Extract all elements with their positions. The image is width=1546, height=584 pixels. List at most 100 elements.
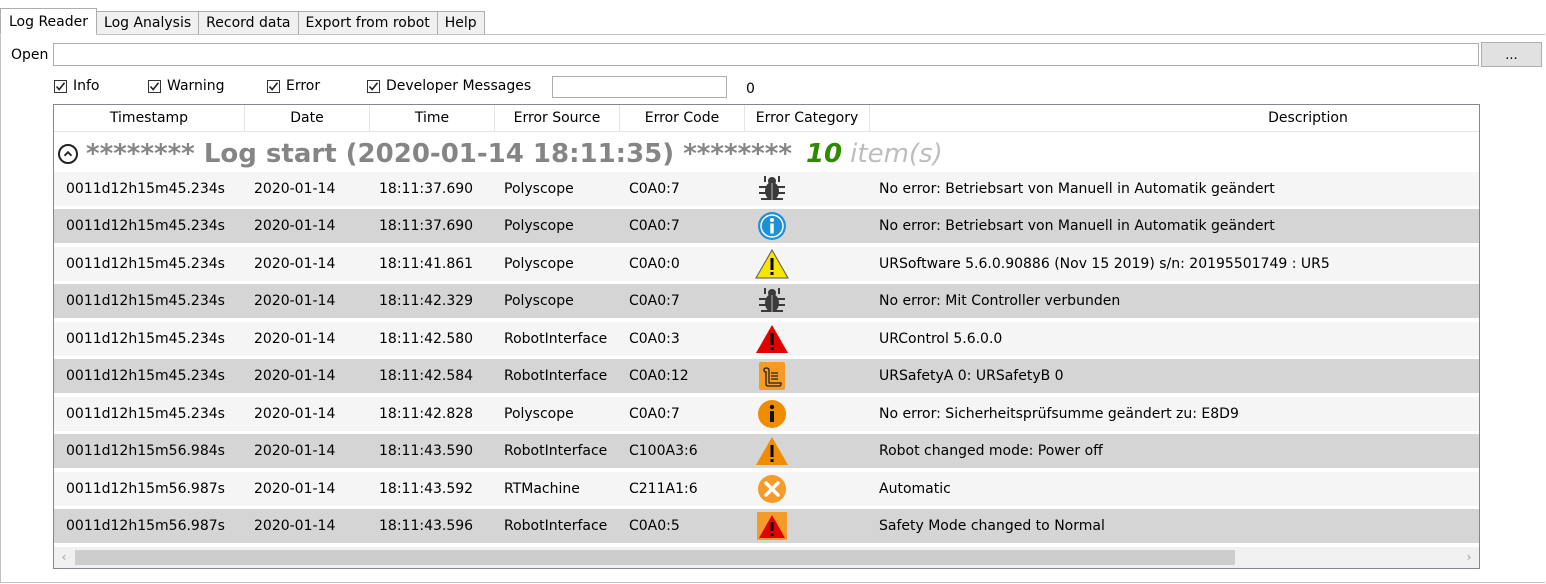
tab-log-reader[interactable]: Log Reader (0, 8, 98, 35)
cell-time: 18:11:41.861 (379, 256, 474, 272)
tab-export-from-robot[interactable]: Export from robot (298, 11, 438, 35)
scrollbar-thumb[interactable] (75, 550, 1235, 565)
cell-timestamp: 0011d12h15m56.984s (66, 443, 225, 459)
cell-description: Safety Mode changed to Normal (879, 518, 1105, 534)
cell-description: URControl 5.6.0.0 (879, 331, 1003, 347)
group-header: ******** Log start (2020-01-14 18:11:35)… (58, 139, 943, 169)
cell-description: Robot changed mode: Power off (879, 443, 1103, 459)
info-blue-icon (754, 212, 790, 240)
filter-developer-messages[interactable]: Developer Messages (367, 78, 531, 94)
table-row[interactable]: 0011d12h15m45.234s 2020-01-14 18:11:42.584… (54, 359, 1479, 393)
cell-error-code: C100A3:6 (629, 443, 698, 459)
safety-warning-icon (754, 512, 790, 540)
column-header-error-category[interactable]: Error Category (745, 105, 870, 131)
cell-time: 18:11:37.690 (379, 218, 474, 234)
info-checkbox[interactable] (54, 79, 67, 93)
cell-error-code: C0A0:7 (629, 293, 680, 309)
horizontal-scrollbar[interactable]: ‹ › (54, 547, 1479, 568)
warning-orange-icon (754, 437, 790, 465)
cell-error-code: C0A0:7 (629, 406, 680, 422)
cell-error-source: RTMachine (504, 481, 580, 497)
error-label: Error (286, 78, 321, 94)
error-red-icon (754, 325, 790, 353)
cell-timestamp: 0011d12h15m56.987s (66, 481, 225, 497)
open-label: Open (11, 47, 49, 63)
cell-time: 18:11:42.584 (379, 368, 474, 384)
table-row[interactable]: 0011d12h15m45.234s 2020-01-14 18:11:37.690… (54, 209, 1479, 243)
warning-checkbox[interactable] (148, 79, 161, 93)
warning-label: Warning (167, 78, 225, 94)
bug-icon (754, 175, 790, 203)
filter-info[interactable]: Info (54, 78, 100, 94)
cell-date: 2020-01-14 (254, 218, 336, 234)
collapse-icon[interactable] (58, 144, 78, 164)
cell-error-code: C0A0:12 (629, 368, 689, 384)
column-header-error-code[interactable]: Error Code (620, 105, 745, 131)
cell-description: No error: Sicherheitsprüfsumme geändert … (879, 406, 1239, 422)
cell-error-code: C0A0:0 (629, 256, 680, 272)
tab-log-analysis[interactable]: Log Analysis (97, 11, 200, 35)
browse-button[interactable]: ... (1481, 42, 1542, 67)
developer-messages-checkbox[interactable] (367, 79, 380, 93)
table-row[interactable]: 0011d12h15m45.234s 2020-01-14 18:11:42.580… (54, 322, 1479, 356)
cell-error-code: C0A0:3 (629, 331, 680, 347)
cell-error-source: Polyscope (504, 293, 574, 309)
cell-date: 2020-01-14 (254, 443, 336, 459)
cell-timestamp: 0011d12h15m45.234s (66, 256, 225, 272)
cell-error-source: RobotInterface (504, 331, 608, 347)
table-row[interactable]: 0011d12h15m56.984s 2020-01-14 18:11:43.590… (54, 434, 1479, 468)
table-row[interactable]: 0011d12h15m56.987s 2020-01-14 18:11:43.592… (54, 472, 1479, 506)
bug-icon (754, 287, 790, 315)
cell-timestamp: 0011d12h15m45.234s (66, 218, 225, 234)
info-label: Info (73, 78, 100, 94)
cell-error-source: Polyscope (504, 181, 574, 197)
cell-date: 2020-01-14 (254, 481, 336, 497)
cell-time: 18:11:42.580 (379, 331, 474, 347)
table-row[interactable]: 0011d12h15m45.234s 2020-01-14 18:11:42.828… (54, 397, 1479, 431)
cell-date: 2020-01-14 (254, 368, 336, 384)
filter-warning[interactable]: Warning (148, 78, 225, 94)
cell-description: URSafetyA 0: URSafetyB 0 (879, 368, 1064, 384)
table-row[interactable]: 0011d12h15m45.234s 2020-01-14 18:11:42.329… (54, 284, 1479, 318)
column-header-description[interactable]: Description (870, 105, 1479, 131)
cell-date: 2020-01-14 (254, 293, 336, 309)
log-grid: Timestamp Date Time Error Source Error C… (53, 104, 1480, 569)
group-item-count: 10 (805, 139, 843, 169)
table-row[interactable]: 0011d12h15m45.234s 2020-01-14 18:11:41.861… (54, 247, 1479, 281)
scroll-icon (754, 362, 790, 390)
cell-description: No error: Mit Controller verbunden (879, 293, 1121, 309)
cell-description: Automatic (879, 481, 951, 497)
open-file-input[interactable] (53, 43, 1479, 66)
cell-description: URSoftware 5.6.0.90886 (Nov 15 2019) s/n… (879, 256, 1330, 272)
tab-record-data[interactable]: Record data (199, 11, 299, 35)
result-count: 0 (746, 81, 755, 97)
filter-error[interactable]: Error (267, 78, 320, 94)
cell-timestamp: 0011d12h15m45.234s (66, 293, 225, 309)
search-input[interactable] (552, 76, 727, 98)
cell-error-source: Polyscope (504, 256, 574, 272)
table-row[interactable]: 0011d12h15m45.234s 2020-01-14 18:11:37.690… (54, 172, 1479, 206)
column-header-date[interactable]: Date (245, 105, 370, 131)
scroll-right-icon[interactable]: › (1459, 547, 1479, 568)
info-orange-icon (754, 400, 790, 428)
table-row[interactable]: 0011d12h15m56.987s 2020-01-14 18:11:43.596… (54, 509, 1479, 543)
column-header-error-source[interactable]: Error Source (495, 105, 620, 131)
cell-error-source: RobotInterface (504, 368, 608, 384)
cell-date: 2020-01-14 (254, 518, 336, 534)
column-header-time[interactable]: Time (370, 105, 495, 131)
cell-timestamp: 0011d12h15m45.234s (66, 181, 225, 197)
cell-date: 2020-01-14 (254, 256, 336, 272)
error-checkbox[interactable] (267, 79, 280, 93)
cell-description: No error: Betriebsart von Manuell in Aut… (879, 181, 1275, 197)
group-items-label: item(s) (850, 139, 943, 169)
column-header-timestamp[interactable]: Timestamp (54, 105, 245, 131)
cell-error-code: C211A1:6 (629, 481, 698, 497)
cell-timestamp: 0011d12h15m45.234s (66, 331, 225, 347)
scroll-left-icon[interactable]: ‹ (54, 547, 74, 568)
cell-time: 18:11:43.592 (379, 481, 474, 497)
cell-time: 18:11:42.828 (379, 406, 474, 422)
tab-help[interactable]: Help (437, 11, 485, 35)
tab-strip: Log Reader Log Analysis Record data Expo… (0, 8, 485, 35)
cell-error-source: Polyscope (504, 406, 574, 422)
close-orange-icon (754, 475, 790, 503)
